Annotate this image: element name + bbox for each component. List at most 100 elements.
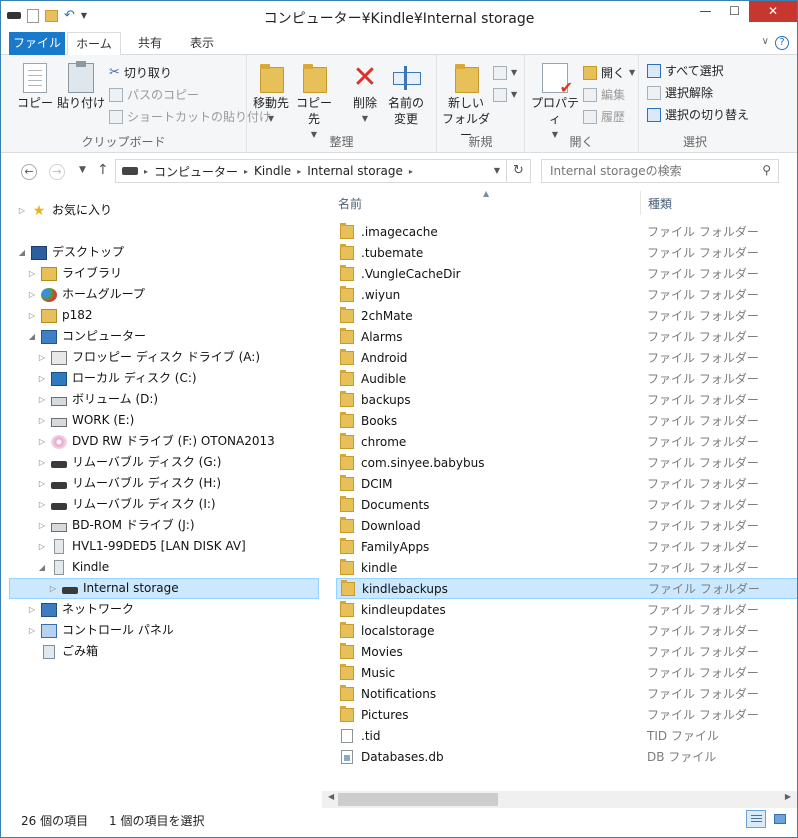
copy-path-button[interactable]: パスのコピー	[109, 85, 199, 105]
tree-dvd-f[interactable]: ▷ DVD RW ドライブ (F:) OTONA2013	[37, 431, 275, 452]
list-item[interactable]: Music ファイル フォルダー	[336, 662, 797, 683]
paste-button[interactable]: 貼り付け	[57, 61, 105, 111]
cut-button[interactable]: ✂ 切り取り	[109, 63, 172, 83]
tree-desktop[interactable]: ◢ デスクトップ	[17, 242, 124, 263]
list-item[interactable]: kindle ファイル フォルダー	[336, 557, 797, 578]
chevron-right-icon[interactable]: ▸	[144, 167, 148, 176]
expand-icon[interactable]: ▷	[37, 452, 47, 473]
search-input[interactable]	[550, 163, 750, 179]
list-item[interactable]: .wiyun ファイル フォルダー	[336, 284, 797, 305]
list-item[interactable]: FamilyApps ファイル フォルダー	[336, 536, 797, 557]
help-icon[interactable]: ?	[775, 36, 789, 50]
tab-share[interactable]: 共有	[127, 32, 173, 55]
expand-icon[interactable]: ▷	[37, 389, 47, 410]
tree-favorites[interactable]: ▷ ★ お気に入り	[17, 200, 112, 221]
properties-button[interactable]: プロパティ ▼	[529, 63, 581, 143]
collapse-icon[interactable]: ◢	[37, 557, 47, 578]
select-none-button[interactable]: 選択解除	[647, 83, 713, 103]
tab-home[interactable]: ホーム	[67, 32, 121, 56]
collapse-icon[interactable]: ◢	[17, 242, 27, 263]
list-item[interactable]: Alarms ファイル フォルダー	[336, 326, 797, 347]
tab-view[interactable]: 表示	[179, 32, 225, 55]
tree-work-e[interactable]: ▷ WORK (E:)	[37, 410, 134, 431]
tab-file[interactable]: ファイル	[9, 32, 65, 55]
search-box[interactable]: ⚲	[541, 159, 779, 183]
expand-icon[interactable]: ▷	[37, 473, 47, 494]
address-dropdown-icon[interactable]: ▼	[494, 166, 500, 175]
tree-internal-storage[interactable]: ▷ Internal storage	[9, 578, 319, 599]
breadcrumb-kindle[interactable]: Kindle	[254, 164, 291, 178]
history-button[interactable]: 履歴	[583, 107, 625, 127]
list-item[interactable]: Movies ファイル フォルダー	[336, 641, 797, 662]
rename-button[interactable]: 名前の 変更	[385, 63, 427, 127]
delete-button[interactable]: ✕ 削除 ▼	[345, 63, 385, 127]
expand-icon[interactable]: ▷	[37, 494, 47, 515]
tree-homegroup[interactable]: ▷ ホームグループ	[27, 284, 145, 305]
expand-icon[interactable]: ▷	[37, 347, 47, 368]
tree-kindle[interactable]: ◢ Kindle	[37, 557, 109, 578]
easy-access-button[interactable]: ▼	[493, 85, 517, 105]
select-all-button[interactable]: すべて選択	[647, 61, 724, 81]
expand-icon[interactable]: ▷	[37, 410, 47, 431]
column-divider[interactable]	[640, 191, 641, 215]
tree-removable-h[interactable]: ▷ リムーバブル ディスク (H:)	[37, 473, 221, 494]
collapse-icon[interactable]: ◢	[27, 326, 37, 347]
expand-icon[interactable]: ▷	[37, 515, 47, 536]
tree-removable-i[interactable]: ▷ リムーバブル ディスク (I:)	[37, 494, 216, 515]
list-item[interactable]: localstorage ファイル フォルダー	[336, 620, 797, 641]
tree-recycle-bin[interactable]: ごみ箱	[27, 641, 98, 662]
recent-locations-icon[interactable]: ▼	[79, 165, 86, 175]
address-bar[interactable]: ▸ コンピューター ▸ Kindle ▸ Internal storage ▸ …	[115, 159, 531, 183]
list-item[interactable]: chrome ファイル フォルダー	[336, 431, 797, 452]
chevron-right-icon[interactable]: ▸	[409, 167, 413, 176]
tree-bd-j[interactable]: ▷ BD-ROM ドライブ (J:)	[37, 515, 195, 536]
open-button[interactable]: 開く ▼	[583, 63, 635, 83]
list-item[interactable]: Pictures ファイル フォルダー	[336, 704, 797, 725]
minimize-button[interactable]: —	[691, 1, 720, 22]
list-item[interactable]: 2chMate ファイル フォルダー	[336, 305, 797, 326]
back-button[interactable]: ←	[21, 164, 37, 180]
tree-user[interactable]: ▷ p182	[27, 305, 93, 326]
list-item[interactable]: Download ファイル フォルダー	[336, 515, 797, 536]
edit-button[interactable]: 編集	[583, 85, 625, 105]
tree-computer[interactable]: ◢ コンピューター	[27, 326, 146, 347]
expand-icon[interactable]: ▷	[17, 200, 27, 221]
new-item-button[interactable]: ▼	[493, 63, 517, 83]
expand-icon[interactable]: ▷	[27, 263, 37, 284]
list-item[interactable]: DCIM ファイル フォルダー	[336, 473, 797, 494]
tree-network[interactable]: ▷ ネットワーク	[27, 599, 134, 620]
expand-icon[interactable]: ▷	[37, 368, 47, 389]
copy-to-button[interactable]: コピー先 ▼	[293, 63, 335, 143]
chevron-right-icon[interactable]: ▸	[297, 167, 301, 176]
breadcrumb-computer[interactable]: コンピューター	[154, 163, 238, 180]
column-header-type[interactable]: 種類	[648, 195, 672, 212]
list-item[interactable]: Notifications ファイル フォルダー	[336, 683, 797, 704]
tree-control-panel[interactable]: ▷ コントロール パネル	[27, 620, 174, 641]
column-header-name[interactable]: 名前	[338, 195, 362, 212]
chevron-right-icon[interactable]: ▸	[244, 167, 248, 176]
scroll-thumb[interactable]	[338, 793, 498, 806]
list-item[interactable]: kindleupdates ファイル フォルダー	[336, 599, 797, 620]
expand-icon[interactable]: ▷	[37, 536, 47, 557]
list-item[interactable]: .VungleCacheDir ファイル フォルダー	[336, 263, 797, 284]
refresh-button[interactable]: ↻	[506, 160, 530, 182]
expand-icon[interactable]: ▷	[27, 284, 37, 305]
horizontal-scrollbar[interactable]: ◀ ▶	[322, 791, 797, 808]
list-item[interactable]: .imagecache ファイル フォルダー	[336, 221, 797, 242]
invert-selection-button[interactable]: 選択の切り替え	[647, 105, 749, 125]
expand-icon[interactable]: ▷	[48, 578, 58, 599]
forward-button[interactable]: →	[49, 164, 65, 180]
list-item[interactable]: Android ファイル フォルダー	[336, 347, 797, 368]
tree-libraries[interactable]: ▷ ライブラリ	[27, 263, 122, 284]
tree-removable-g[interactable]: ▷ リムーバブル ディスク (G:)	[37, 452, 221, 473]
list-item[interactable]: backups ファイル フォルダー	[336, 389, 797, 410]
scroll-left-icon[interactable]: ◀	[328, 792, 334, 801]
tree-floppy[interactable]: ▷ フロッピー ディスク ドライブ (A:)	[37, 347, 260, 368]
expand-icon[interactable]: ▷	[37, 431, 47, 452]
list-item[interactable]: Audible ファイル フォルダー	[336, 368, 797, 389]
large-icons-view-button[interactable]	[769, 810, 789, 828]
search-icon[interactable]: ⚲	[762, 163, 771, 177]
details-view-button[interactable]	[746, 810, 766, 828]
new-folder-button[interactable]: 新しい フォルダー	[439, 63, 493, 143]
list-item[interactable]: .tid TID ファイル	[336, 725, 797, 746]
